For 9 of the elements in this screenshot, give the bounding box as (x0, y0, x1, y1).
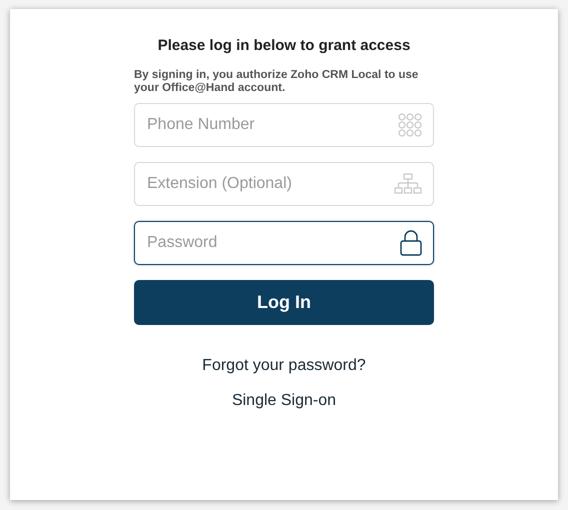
link[interactable]: Forgot your password? (202, 356, 366, 376)
lock-icon (400, 230, 422, 256)
link[interactable]: Single Sign-on (232, 391, 336, 411)
input-field[interactable]: Password (134, 221, 434, 265)
hierarchy-icon (394, 173, 422, 195)
notice-text: By signing in, you authorize Zoho CRM Local to use your Office@Hand account. (134, 69, 420, 95)
heading: Please log in below to grant access (158, 36, 410, 56)
keypad-icon (398, 113, 422, 137)
login-button[interactable]: Log In (134, 280, 434, 325)
